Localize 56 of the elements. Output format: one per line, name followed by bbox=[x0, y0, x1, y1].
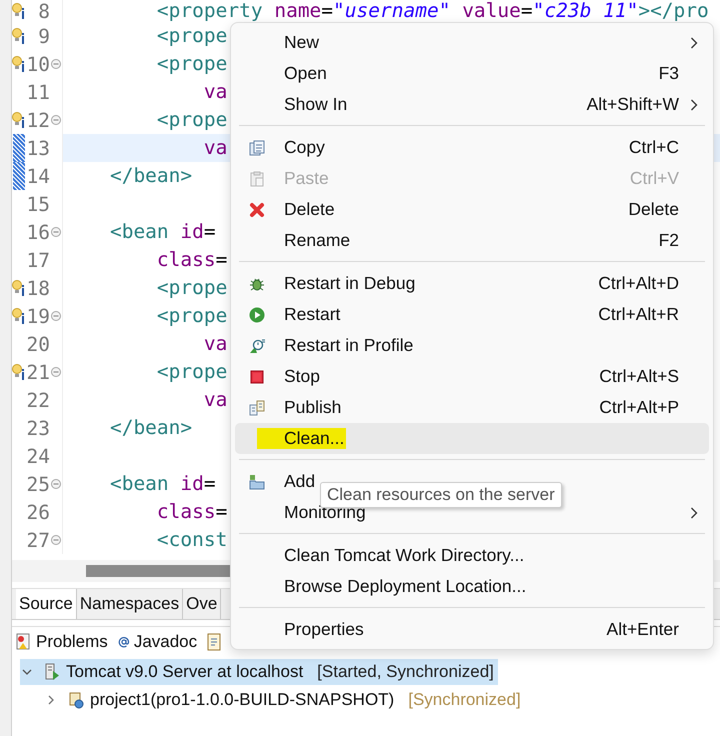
declaration-icon bbox=[207, 633, 222, 651]
editor-tab[interactable]: Namespaces bbox=[76, 589, 184, 619]
lightbulb-icon bbox=[12, 363, 25, 381]
copy-icon bbox=[249, 140, 265, 156]
stopwatch-icon bbox=[249, 338, 265, 354]
line-number: 22 bbox=[26, 388, 50, 412]
clipboard-icon bbox=[249, 170, 265, 186]
lightbulb-icon bbox=[12, 27, 25, 45]
line-number: 13 bbox=[26, 136, 50, 160]
lightbulb-icon bbox=[12, 279, 25, 297]
server-icon bbox=[44, 663, 60, 681]
change-marker bbox=[12, 134, 24, 162]
tree-item[interactable]: project1(pro1-1.0.0-BUILD-SNAPSHOT) [Synchronized] bbox=[44, 687, 525, 713]
line-number: 15 bbox=[26, 192, 50, 216]
tree-item[interactable]: Tomcat v9.0 Server at localhost [Started, Synchronized] bbox=[20, 659, 498, 685]
view-tab[interactable]: Problems bbox=[16, 632, 108, 652]
problems-icon bbox=[16, 633, 32, 651]
menu-item[interactable]: Properties Alt+Enter bbox=[235, 614, 709, 645]
view-tab[interactable]: Javadoc bbox=[118, 632, 198, 652]
line-number: 21 bbox=[26, 360, 50, 384]
play-icon bbox=[249, 306, 265, 322]
line-number: 8 bbox=[37, 0, 50, 22]
change-marker bbox=[12, 162, 24, 190]
lightbulb-icon bbox=[12, 2, 25, 20]
line-number: 25 bbox=[26, 472, 50, 496]
menu-item[interactable]: Restart Ctrl+Alt+R bbox=[235, 299, 709, 330]
module-icon bbox=[68, 691, 84, 709]
line-number: 16 bbox=[26, 220, 50, 244]
line-number: 18 bbox=[26, 276, 50, 300]
editor-tab[interactable]: Ove bbox=[183, 589, 222, 619]
folder-icon bbox=[249, 474, 265, 490]
line-number: 27 bbox=[26, 528, 50, 552]
line-number: 14 bbox=[26, 164, 50, 188]
lightbulb-icon bbox=[12, 55, 25, 73]
editor-tab[interactable]: Source bbox=[16, 589, 77, 619]
line-number: 10 bbox=[26, 52, 50, 76]
menu-item[interactable]: Browse Deployment Location... bbox=[235, 571, 709, 602]
line-number: 12 bbox=[26, 108, 50, 132]
line-number: 26 bbox=[26, 500, 50, 524]
line-number: 24 bbox=[26, 444, 50, 468]
lightbulb-icon bbox=[12, 307, 25, 325]
line-number: 11 bbox=[26, 80, 50, 104]
publish-icon bbox=[249, 400, 265, 416]
line-number: 9 bbox=[37, 24, 50, 48]
line-number: 19 bbox=[26, 304, 50, 328]
at-sign-icon bbox=[118, 636, 130, 648]
line-number: 20 bbox=[26, 332, 50, 356]
menu-item[interactable]: Copy Ctrl+C bbox=[235, 132, 709, 163]
menu-item[interactable]: Clean... bbox=[235, 423, 709, 454]
tooltip: Clean resources on the server bbox=[320, 482, 562, 508]
lightbulb-icon bbox=[12, 111, 25, 129]
stop-icon bbox=[249, 368, 265, 384]
menu-item[interactable]: Restart in Profile bbox=[235, 330, 709, 361]
delete-icon bbox=[249, 202, 265, 218]
line-number: 23 bbox=[26, 416, 50, 440]
line-number: 17 bbox=[26, 248, 50, 272]
